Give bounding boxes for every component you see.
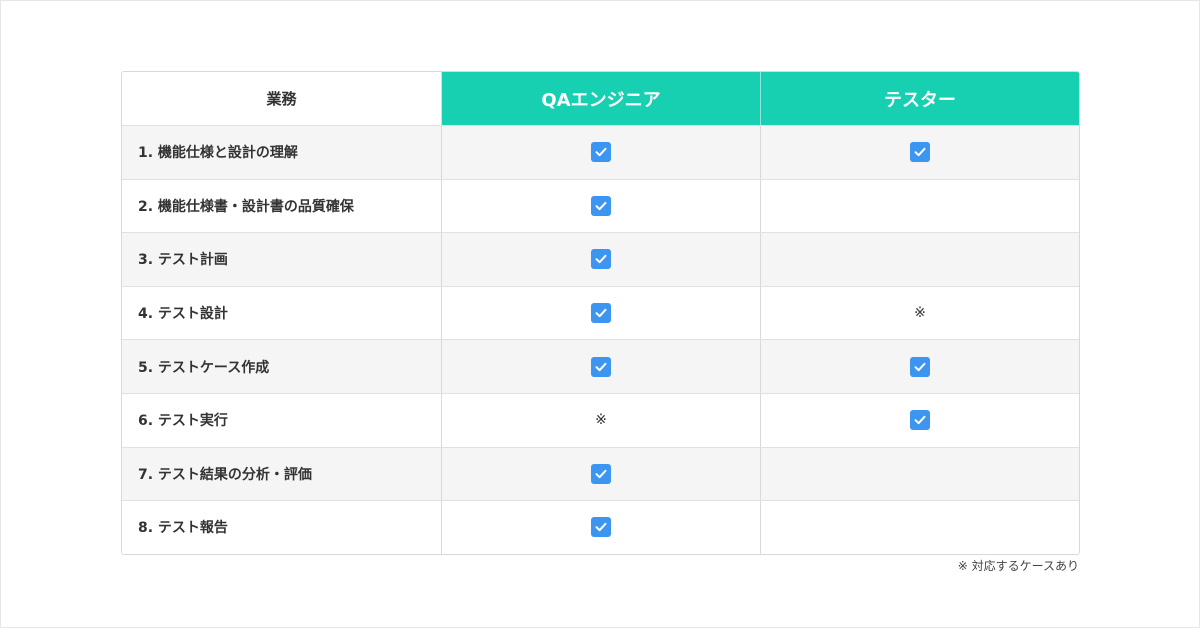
- table-row: 7. テスト結果の分析・評価: [122, 446, 1079, 501]
- checkbox-checked-icon: [591, 463, 611, 484]
- checkbox-checked-icon: [591, 517, 611, 538]
- tester-cell: [761, 340, 1079, 393]
- checkbox-checked-icon: [591, 195, 611, 216]
- qa-engineer-cell: [442, 501, 761, 554]
- qa-engineer-cell: [442, 233, 761, 286]
- task-label: 1. 機能仕様と設計の理解: [122, 126, 442, 179]
- role-comparison-table: 業務 QAエンジニア テスター 1. 機能仕様と設計の理解 2. 機能仕様書・設計…: [121, 71, 1080, 555]
- task-label: 8. テスト報告: [122, 501, 442, 554]
- checkbox-checked-icon: [910, 410, 930, 431]
- table-header-row: 業務 QAエンジニア テスター: [122, 72, 1079, 125]
- checkbox-checked-icon: [591, 356, 611, 377]
- checkbox-checked-icon: [591, 303, 611, 324]
- tester-cell: [761, 448, 1079, 501]
- qa-engineer-cell: [442, 179, 761, 233]
- task-label: 7. テスト結果の分析・評価: [122, 447, 442, 501]
- qa-engineer-cell: [442, 126, 761, 179]
- task-label: 2. 機能仕様書・設計書の品質確保: [122, 179, 442, 233]
- footnote: ※ 対応するケースあり: [957, 559, 1079, 573]
- tester-cell: [761, 180, 1079, 233]
- table-row: 8. テスト報告: [122, 500, 1079, 554]
- qa-engineer-cell: [442, 286, 761, 340]
- tester-cell: [761, 233, 1079, 286]
- tester-cell: [761, 126, 1079, 179]
- checkbox-checked-icon: [591, 249, 611, 270]
- qa-engineer-cell: [442, 340, 761, 393]
- tester-cell: [761, 394, 1079, 447]
- checkbox-checked-icon: [910, 142, 930, 163]
- table-row: 5. テストケース作成: [122, 339, 1079, 393]
- table-row: 4. テスト設計 ※: [122, 285, 1079, 340]
- table-row: 2. 機能仕様書・設計書の品質確保: [122, 178, 1079, 233]
- task-label: 3. テスト計画: [122, 233, 442, 286]
- table-row: 1. 機能仕様と設計の理解: [122, 125, 1079, 179]
- conditional-mark: ※: [595, 412, 607, 429]
- conditional-mark: ※: [914, 305, 926, 322]
- header-qa-engineer: QAエンジニア: [442, 72, 761, 125]
- task-label: 5. テストケース作成: [122, 340, 442, 393]
- tester-cell: ※: [761, 287, 1079, 340]
- tester-cell: [761, 501, 1079, 554]
- header-tester: テスター: [761, 72, 1079, 125]
- task-label: 4. テスト設計: [122, 286, 442, 340]
- table-row: 3. テスト計画: [122, 232, 1079, 286]
- task-label: 6. テスト実行: [122, 393, 442, 447]
- table-row: 6. テスト実行 ※: [122, 392, 1079, 447]
- qa-engineer-cell: [442, 447, 761, 501]
- checkbox-checked-icon: [910, 356, 930, 377]
- header-task: 業務: [122, 72, 442, 125]
- qa-engineer-cell: ※: [442, 393, 761, 447]
- checkbox-checked-icon: [591, 142, 611, 163]
